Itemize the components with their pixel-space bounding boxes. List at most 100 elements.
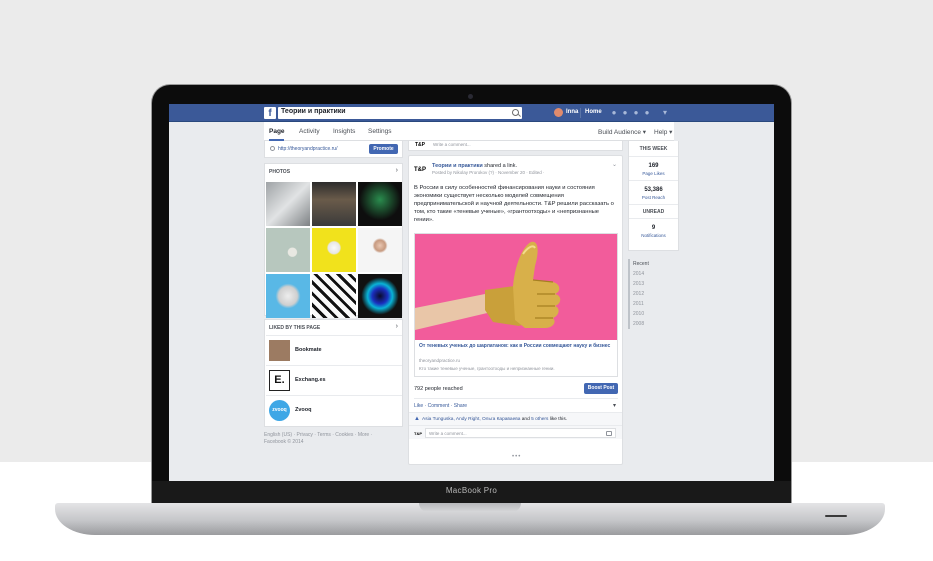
likes-suffix: like this. [548,417,568,422]
year-2010[interactable]: 2010 [630,309,679,319]
liked-by-page-panel: LIKED BY THIS PAGE › Bookmate E. Exchang… [264,319,403,427]
divider [629,180,678,181]
tab-page[interactable]: Page [269,128,285,135]
liked-page-item[interactable]: Bookmate [266,335,402,364]
liked-page-name[interactable]: Bookmate [295,347,322,353]
year-2011[interactable]: 2011 [630,299,679,309]
link-preview[interactable]: От теневых ученых до шарлатанов: как в Р… [414,233,618,377]
liked-page-item[interactable]: zvooq Zvooq [266,395,402,424]
page-likes-count[interactable]: 169 [629,163,678,169]
timeline-years: Recent 2014 2013 2012 2011 2010 2008 [628,259,679,329]
likes-others-link[interactable]: 5 others [531,417,548,422]
photos-title[interactable]: PHOTOS [269,169,290,175]
liked-page-name[interactable]: Exchang.es [295,377,326,383]
previous-post-comment-box: T&P Write a comment... [408,141,623,151]
left-column: http://theoryandpractice.ru/ Promote PHO… [264,141,403,445]
indicator-light [825,515,847,517]
notifications-icon[interactable]: ● [632,109,640,117]
laptop-base [55,503,885,535]
this-week-title: THIS WEEK [639,146,668,152]
photos-grid [266,182,402,318]
year-2012[interactable]: 2012 [630,289,679,299]
topbar-divider [580,108,581,118]
search-value: Теории и практики [281,108,346,115]
likes-text: Asia Tunguska, Andy Right, Ольга Каравае… [422,417,567,422]
post-text: В России в силу особенностей финансирова… [414,185,614,223]
commenter-avatar: T&P [414,431,422,436]
home-link[interactable]: Home [585,109,602,115]
notifications-label[interactable]: Notifications [629,233,678,238]
promote-button[interactable]: Promote [369,144,398,154]
website-box: http://theoryandpractice.ru/ Promote [264,141,403,158]
boost-post-button[interactable]: Boost Post [584,383,618,394]
photo-thumbnail[interactable] [312,274,356,318]
user-avatar[interactable] [554,108,563,117]
liked-title[interactable]: LIKED BY THIS PAGE [269,325,320,331]
photos-panel: PHOTOS › [264,163,403,318]
website-link[interactable]: http://theoryandpractice.ru/ [278,146,337,152]
user-name-link[interactable]: Inna [566,109,578,115]
year-2014[interactable]: 2014 [630,269,679,279]
webcam-icon [468,94,473,99]
help-menu[interactable]: Help ▾ [654,128,672,136]
zvooq-logo-icon: zvooq [269,400,290,421]
year-recent[interactable]: Recent [630,259,679,269]
lid-opening-notch [419,503,521,512]
tab-activity[interactable]: Activity [299,128,320,135]
photo-thumbnail[interactable] [358,182,402,226]
liker-names[interactable]: Asia Tunguska, Andy Right, Ольга Каравае… [422,417,520,422]
comment-input-placeholder: Write a comment... [429,431,467,436]
search-icon[interactable] [512,109,519,116]
privacy-shortcuts-icon[interactable]: ● [643,109,651,117]
photo-thumbnail[interactable] [266,182,310,226]
link-title[interactable]: От теневых ученых до шарлатанов: как в Р… [419,343,615,350]
footer-links[interactable]: English (US) · Privacy · Terms · Cookies… [264,432,403,446]
facebook-logo-icon[interactable]: f [264,107,276,119]
screen: f Теории и практики Inna Home ● ● ● ● ▾ … [169,104,774,482]
year-2008[interactable]: 2008 [630,319,679,329]
photo-thumbnail[interactable] [358,274,402,318]
this-week-panel: THIS WEEK 169 Page Likes 53,386 Post Rea… [628,141,679,251]
camera-icon[interactable] [606,431,612,436]
tab-insights[interactable]: Insights [333,128,355,135]
post-reach-label[interactable]: Post Reach [629,195,678,200]
tab-settings[interactable]: Settings [368,128,392,135]
year-2013[interactable]: 2013 [630,279,679,289]
photo-thumbnail[interactable] [358,228,402,272]
build-audience-menu[interactable]: Build Audience ▾ [598,128,646,136]
loading-indicator-icon: ••• [512,454,522,460]
page-navigation: Page Activity Insights Settings Build Au… [264,122,674,141]
chevron-right-icon[interactable]: › [396,323,398,330]
notifications-count[interactable]: 9 [629,225,678,231]
page-likes-label[interactable]: Page Likes [629,171,678,176]
messages-icon[interactable]: ● [621,109,629,117]
laptop-lid: f Теории и практики Inna Home ● ● ● ● ▾ … [152,85,791,505]
search-input[interactable]: Теории и практики [278,107,522,119]
post-reach-count[interactable]: 53,386 [629,187,678,193]
comment-input[interactable]: Write a comment... [425,428,616,438]
photo-thumbnail[interactable] [266,228,310,272]
comment-placeholder[interactable]: Write a comment... [433,142,471,147]
page-avatar[interactable]: T&P [414,163,429,178]
photo-thumbnail[interactable] [312,228,356,272]
author-link[interactable]: Теории и практики [432,163,483,169]
link-image[interactable] [415,234,617,340]
divider [629,156,678,157]
facebook-topbar: f Теории и практики Inna Home ● ● ● ● ▾ [169,104,774,122]
photo-thumbnail[interactable] [266,274,310,318]
likes-summary: ▲ Asia Tunguska, Andy Right, Ольга Карав… [409,412,622,425]
link-domain: theoryandpractice.ru [419,358,461,363]
post-card: T&P Теории и практики shared a link. Pos… [408,155,623,465]
photo-thumbnail[interactable] [312,182,356,226]
liked-page-name[interactable]: Zvooq [295,407,312,413]
chevron-right-icon[interactable]: › [396,167,398,174]
chevron-down-icon[interactable]: ⌄ [612,161,617,168]
liked-page-item[interactable]: E. Exchang.es [266,365,402,394]
account-settings-icon[interactable]: ▾ [661,109,669,117]
reach-count[interactable]: 792 people reached [414,386,463,392]
post-actions[interactable]: Like · Comment · Share [414,403,467,409]
share-as-chevron-icon[interactable]: ▾ [613,402,616,409]
friend-requests-icon[interactable]: ● [610,109,618,117]
divider [629,204,678,205]
exchanges-logo-icon: E. [269,370,290,391]
